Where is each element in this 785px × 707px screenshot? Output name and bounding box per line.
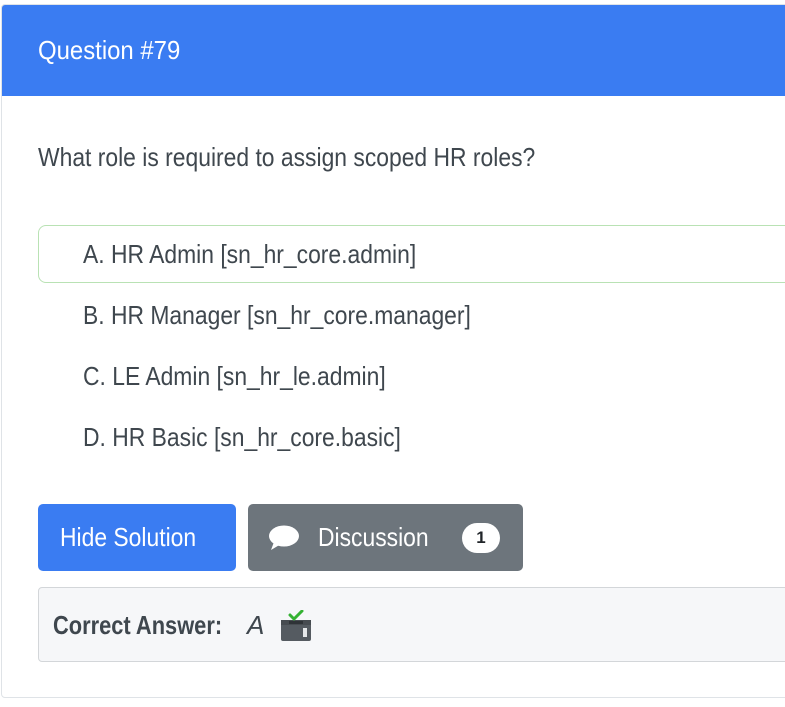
- card-header: Question #79: [2, 5, 785, 96]
- choice-label: B. HR Manager [sn_hr_core.manager]: [83, 300, 471, 330]
- question-title: Question #79: [38, 35, 181, 65]
- choice-label: D. HR Basic [sn_hr_core.basic]: [83, 422, 401, 452]
- chat-bubble-icon: [269, 525, 299, 550]
- correct-answer-label: Correct Answer:: [53, 610, 223, 640]
- correct-answer-box: Correct Answer: A: [38, 587, 785, 662]
- choice-label: C. LE Admin [sn_hr_le.admin]: [83, 361, 386, 391]
- hide-solution-button[interactable]: Hide Solution: [38, 504, 236, 571]
- choice-b[interactable]: B. HR Manager [sn_hr_core.manager]: [38, 286, 785, 344]
- choices-list: A. HR Admin [sn_hr_core.admin] B. HR Man…: [38, 225, 785, 469]
- choice-label: A. HR Admin [sn_hr_core.admin]: [83, 239, 417, 269]
- discussion-button[interactable]: Discussion 1: [248, 504, 523, 571]
- ballot-box-check-icon[interactable]: [279, 610, 313, 642]
- question-text: What role is required to assign scoped H…: [38, 142, 536, 172]
- hide-solution-label: Hide Solution: [60, 522, 197, 552]
- discussion-label: Discussion: [318, 522, 429, 552]
- choice-c[interactable]: C. LE Admin [sn_hr_le.admin]: [38, 347, 785, 405]
- question-card: Question #79 What role is required to as…: [1, 4, 785, 698]
- choice-d[interactable]: D. HR Basic [sn_hr_core.basic]: [38, 408, 785, 466]
- choice-a[interactable]: A. HR Admin [sn_hr_core.admin]: [38, 225, 785, 283]
- discussion-count-badge: 1: [462, 523, 500, 553]
- correct-answer-value: A: [247, 610, 265, 640]
